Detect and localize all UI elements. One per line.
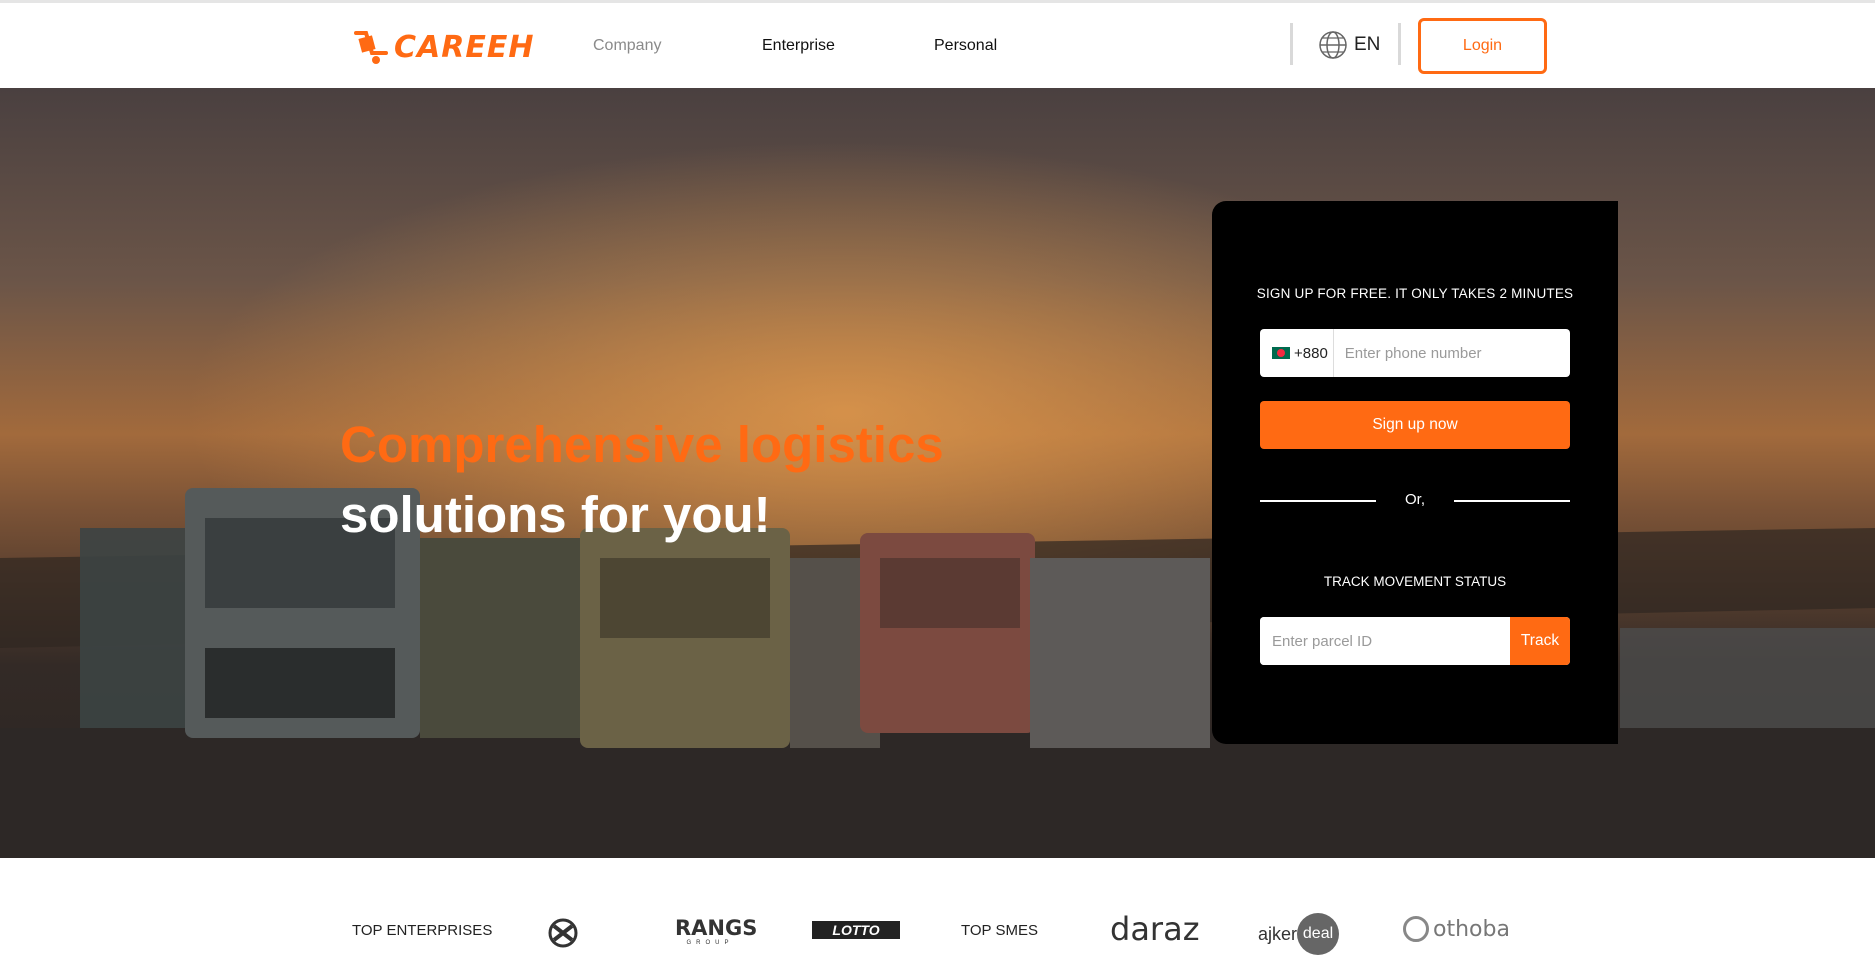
brand-logo[interactable]: CAREEH bbox=[352, 27, 534, 67]
phone-separator bbox=[1332, 329, 1334, 377]
header-divider bbox=[1290, 23, 1293, 65]
cart-logo-icon bbox=[354, 31, 388, 64]
sme-logo-daraz: daraz bbox=[1110, 910, 1200, 948]
dial-code[interactable]: +880 bbox=[1294, 345, 1328, 362]
enterprise-logo-lotto: LOTTO bbox=[812, 921, 900, 939]
site-header: CAREEH Company Enterprise Personal EN Lo… bbox=[0, 3, 1875, 88]
login-button[interactable]: Login bbox=[1418, 18, 1547, 74]
track-button[interactable]: Track bbox=[1510, 617, 1570, 665]
signup-panel: SIGN UP FOR FREE. IT ONLY TAKES 2 MINUTE… bbox=[1212, 201, 1618, 744]
clients-strip: TOP ENTERPRISES RANGS GROUP LOTTO TOP SM… bbox=[0, 858, 1875, 965]
hero-headline-line2: solutions for you! bbox=[340, 486, 771, 543]
hero-section: Comprehensive logistics solutions for yo… bbox=[0, 88, 1875, 858]
phone-input[interactable] bbox=[1344, 344, 1565, 362]
header-divider bbox=[1398, 23, 1401, 65]
brand-name: CAREEH bbox=[394, 29, 535, 65]
hero-headline: Comprehensive logistics solutions for yo… bbox=[340, 410, 944, 550]
top-smes-label: TOP SMES bbox=[961, 922, 1038, 939]
or-divider: Or, bbox=[1260, 491, 1570, 511]
or-line-right bbox=[1454, 500, 1570, 502]
parcel-id-input[interactable] bbox=[1260, 617, 1510, 665]
top-enterprises-label: TOP ENTERPRISES bbox=[352, 922, 493, 939]
nav-company[interactable]: Company bbox=[593, 37, 661, 55]
sme-logo-ajkerdeal: ajker deal bbox=[1258, 913, 1340, 955]
nav-enterprise[interactable]: Enterprise bbox=[762, 37, 835, 55]
othoba-mark-icon bbox=[1403, 916, 1429, 942]
enterprise-logo-abstract bbox=[548, 918, 578, 948]
sme-logo-othoba: othoba bbox=[1403, 916, 1510, 942]
enterprise-logo-rangs: RANGS GROUP bbox=[675, 916, 758, 946]
signup-button[interactable]: Sign up now bbox=[1260, 401, 1570, 449]
signup-title: SIGN UP FOR FREE. IT ONLY TAKES 2 MINUTE… bbox=[1256, 286, 1574, 301]
language-selector[interactable]: EN bbox=[1318, 30, 1380, 60]
phone-input-group: +880 bbox=[1260, 329, 1570, 377]
bangladesh-flag-icon[interactable] bbox=[1272, 347, 1290, 359]
nav-personal[interactable]: Personal bbox=[934, 37, 997, 55]
globe-icon bbox=[1319, 31, 1347, 59]
track-title: TRACK MOVEMENT STATUS bbox=[1323, 574, 1507, 589]
language-code: EN bbox=[1354, 34, 1381, 55]
parcel-input-group: Track bbox=[1260, 617, 1570, 665]
hero-headline-line1: Comprehensive logistics bbox=[340, 416, 944, 473]
